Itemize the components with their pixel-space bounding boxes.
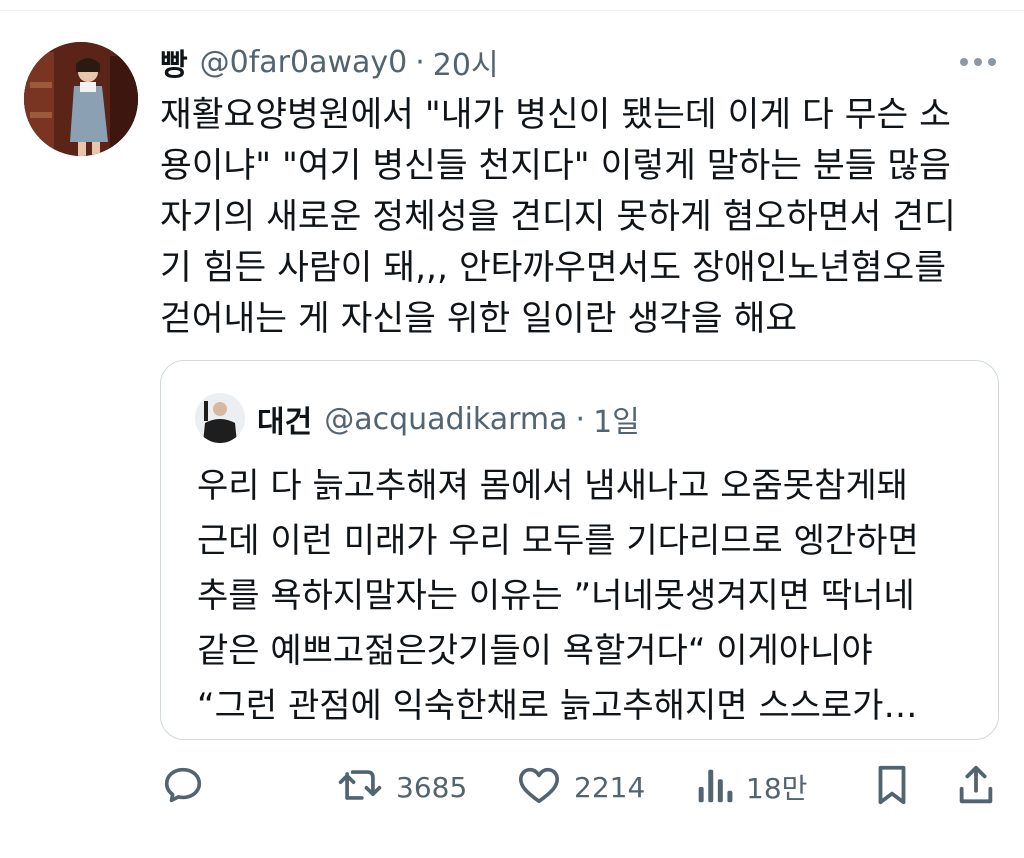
timestamp[interactable]: 20시: [433, 40, 499, 84]
quote-handle[interactable]: @acquadikarma: [324, 402, 567, 437]
handle[interactable]: @0far0away0: [200, 45, 408, 80]
views-icon: [694, 762, 734, 812]
share-icon: [954, 762, 998, 812]
views-button[interactable]: 18만: [694, 760, 807, 814]
quote-tweet-card[interactable]: 대건 @acquadikarma · 1일 우리 다 늙고추해져 몸에서 냄새나…: [160, 360, 999, 740]
bookmark-icon: [870, 762, 914, 812]
retweet-count: 3685: [396, 770, 468, 804]
share-button[interactable]: [954, 760, 998, 814]
tweet-text: 재활요양병원에서 "내가 병신이 됐는데 이게 다 무슨 소 용이냐" "여기 …: [160, 95, 956, 339]
bookmark-button[interactable]: [870, 760, 914, 814]
like-button[interactable]: 2214: [516, 760, 645, 814]
display-name[interactable]: 빵: [160, 40, 188, 84]
retweet-button[interactable]: 3685: [336, 760, 467, 814]
views-count: 18만: [746, 772, 808, 805]
separator: ·: [415, 44, 425, 80]
quote-display-name[interactable]: 대건: [257, 397, 312, 441]
retweet-icon: [336, 762, 384, 812]
avatar[interactable]: [24, 42, 138, 156]
quote-text: 우리 다 늙고추해져 몸에서 냄새나고 오줌못참게돼 근데 이런 미래가 우리 …: [197, 466, 919, 726]
top-divider: [0, 10, 1024, 11]
reply-button[interactable]: [160, 760, 206, 814]
reply-icon: [160, 762, 206, 812]
heart-icon: [516, 762, 562, 812]
quote-avatar[interactable]: [195, 393, 245, 443]
more-icon[interactable]: [956, 52, 1000, 72]
tweet-header: 빵 @0far0away0 · 20시: [160, 38, 499, 86]
quote-header: 대건 @acquadikarma · 1일: [257, 397, 640, 441]
quote-timestamp[interactable]: 1일: [593, 397, 640, 441]
like-count: 2214: [574, 770, 646, 804]
quote-separator: ·: [575, 401, 586, 437]
